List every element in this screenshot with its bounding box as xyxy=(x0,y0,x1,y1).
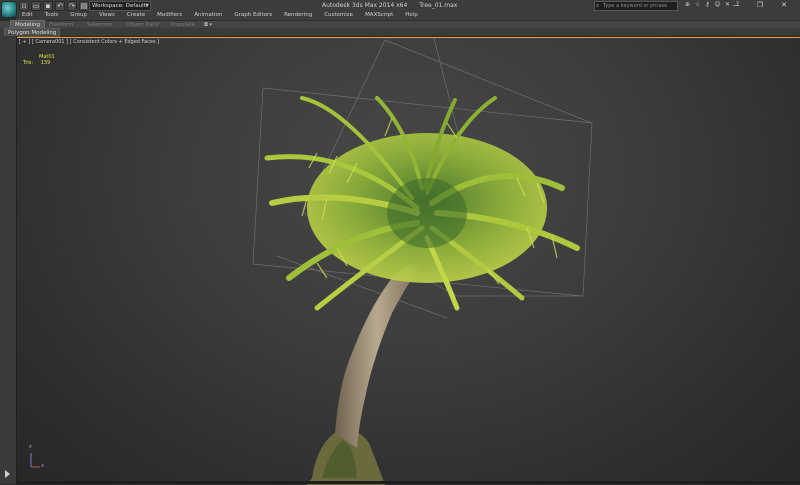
search-input[interactable]: ⌕ Type a keyword or phrase xyxy=(594,1,678,11)
menu-edit[interactable]: Edit xyxy=(22,11,33,20)
tree-model[interactable] xyxy=(17,38,800,485)
ribbon-panel: Polygon Modeling xyxy=(0,28,800,38)
tree-trunk xyxy=(335,263,419,448)
menu-maxscript[interactable]: MAXScript xyxy=(365,11,393,20)
axis-x-label: x xyxy=(41,463,44,469)
axis-tripod: z x xyxy=(23,444,44,477)
search-placeholder: Type a keyword or phrase xyxy=(603,3,668,9)
key-icon[interactable]: ⚷ xyxy=(704,1,711,9)
user-icon[interactable]: ☺ xyxy=(714,1,721,9)
axis-gizmo-icon xyxy=(30,453,40,468)
viewport-camera[interactable]: [ + ] [ Camera001 ] [ Consistent Colors … xyxy=(17,37,800,485)
expand-arrow-icon[interactable] xyxy=(5,470,10,478)
viewport-statistics: Mat01 Tris: 139 xyxy=(23,54,55,66)
viewport-label[interactable]: [ + ] [ Camera001 ] [ Consistent Colors … xyxy=(19,39,159,45)
binoculars-icon[interactable]: ⊕ xyxy=(684,1,691,9)
menu-animation[interactable]: Animation xyxy=(194,11,222,20)
menu-views[interactable]: Views xyxy=(99,11,115,20)
menu-create[interactable]: Create xyxy=(127,11,145,20)
chevron-down-icon: ▼ xyxy=(145,3,149,9)
file-name: Tree_01.max xyxy=(419,2,458,9)
menu-graph-editors[interactable]: Graph Editors xyxy=(234,11,272,20)
application-menu-button[interactable] xyxy=(1,1,17,18)
search-icon: ⌕ xyxy=(596,2,600,9)
stats-tris-value: 139 xyxy=(40,60,51,66)
workspace-label: Workspace: Default xyxy=(92,3,146,9)
new-file-icon[interactable]: ▫ xyxy=(19,1,29,11)
menu-bar: Edit Tools Group Views Create Modifiers … xyxy=(16,11,800,20)
menu-tools[interactable]: Tools xyxy=(45,11,59,20)
open-file-icon[interactable]: ▭ xyxy=(31,1,41,11)
redo-icon[interactable]: ↷ xyxy=(67,1,77,11)
window-controls: — ❐ ✕ xyxy=(724,0,796,11)
left-panel-strip xyxy=(0,36,17,484)
save-icon[interactable]: ▪ xyxy=(43,1,53,11)
menu-rendering[interactable]: Rendering xyxy=(284,11,312,20)
stats-tris-label: Tris: xyxy=(23,60,34,66)
undo-icon[interactable]: ↶ xyxy=(55,1,65,11)
menu-modifiers[interactable]: Modifiers xyxy=(157,11,182,20)
window-title: Autodesk 3ds Max 2014 x64 Tree_01.max xyxy=(322,0,457,11)
menu-customize[interactable]: Customize xyxy=(324,11,353,20)
project-icon[interactable]: ▤ xyxy=(79,1,89,11)
close-button[interactable]: ✕ xyxy=(772,0,796,11)
menu-group[interactable]: Group xyxy=(70,11,87,20)
app-title: Autodesk 3ds Max 2014 x64 xyxy=(322,2,408,9)
restore-button[interactable]: ❐ xyxy=(748,0,772,11)
workspace-dropdown[interactable]: Workspace: Default ▼ xyxy=(89,1,151,11)
menu-help[interactable]: Help xyxy=(405,11,418,20)
star-icon[interactable]: ☆ xyxy=(694,1,701,9)
minimize-button[interactable]: — xyxy=(724,0,748,11)
axis-z-label: z xyxy=(29,444,32,450)
